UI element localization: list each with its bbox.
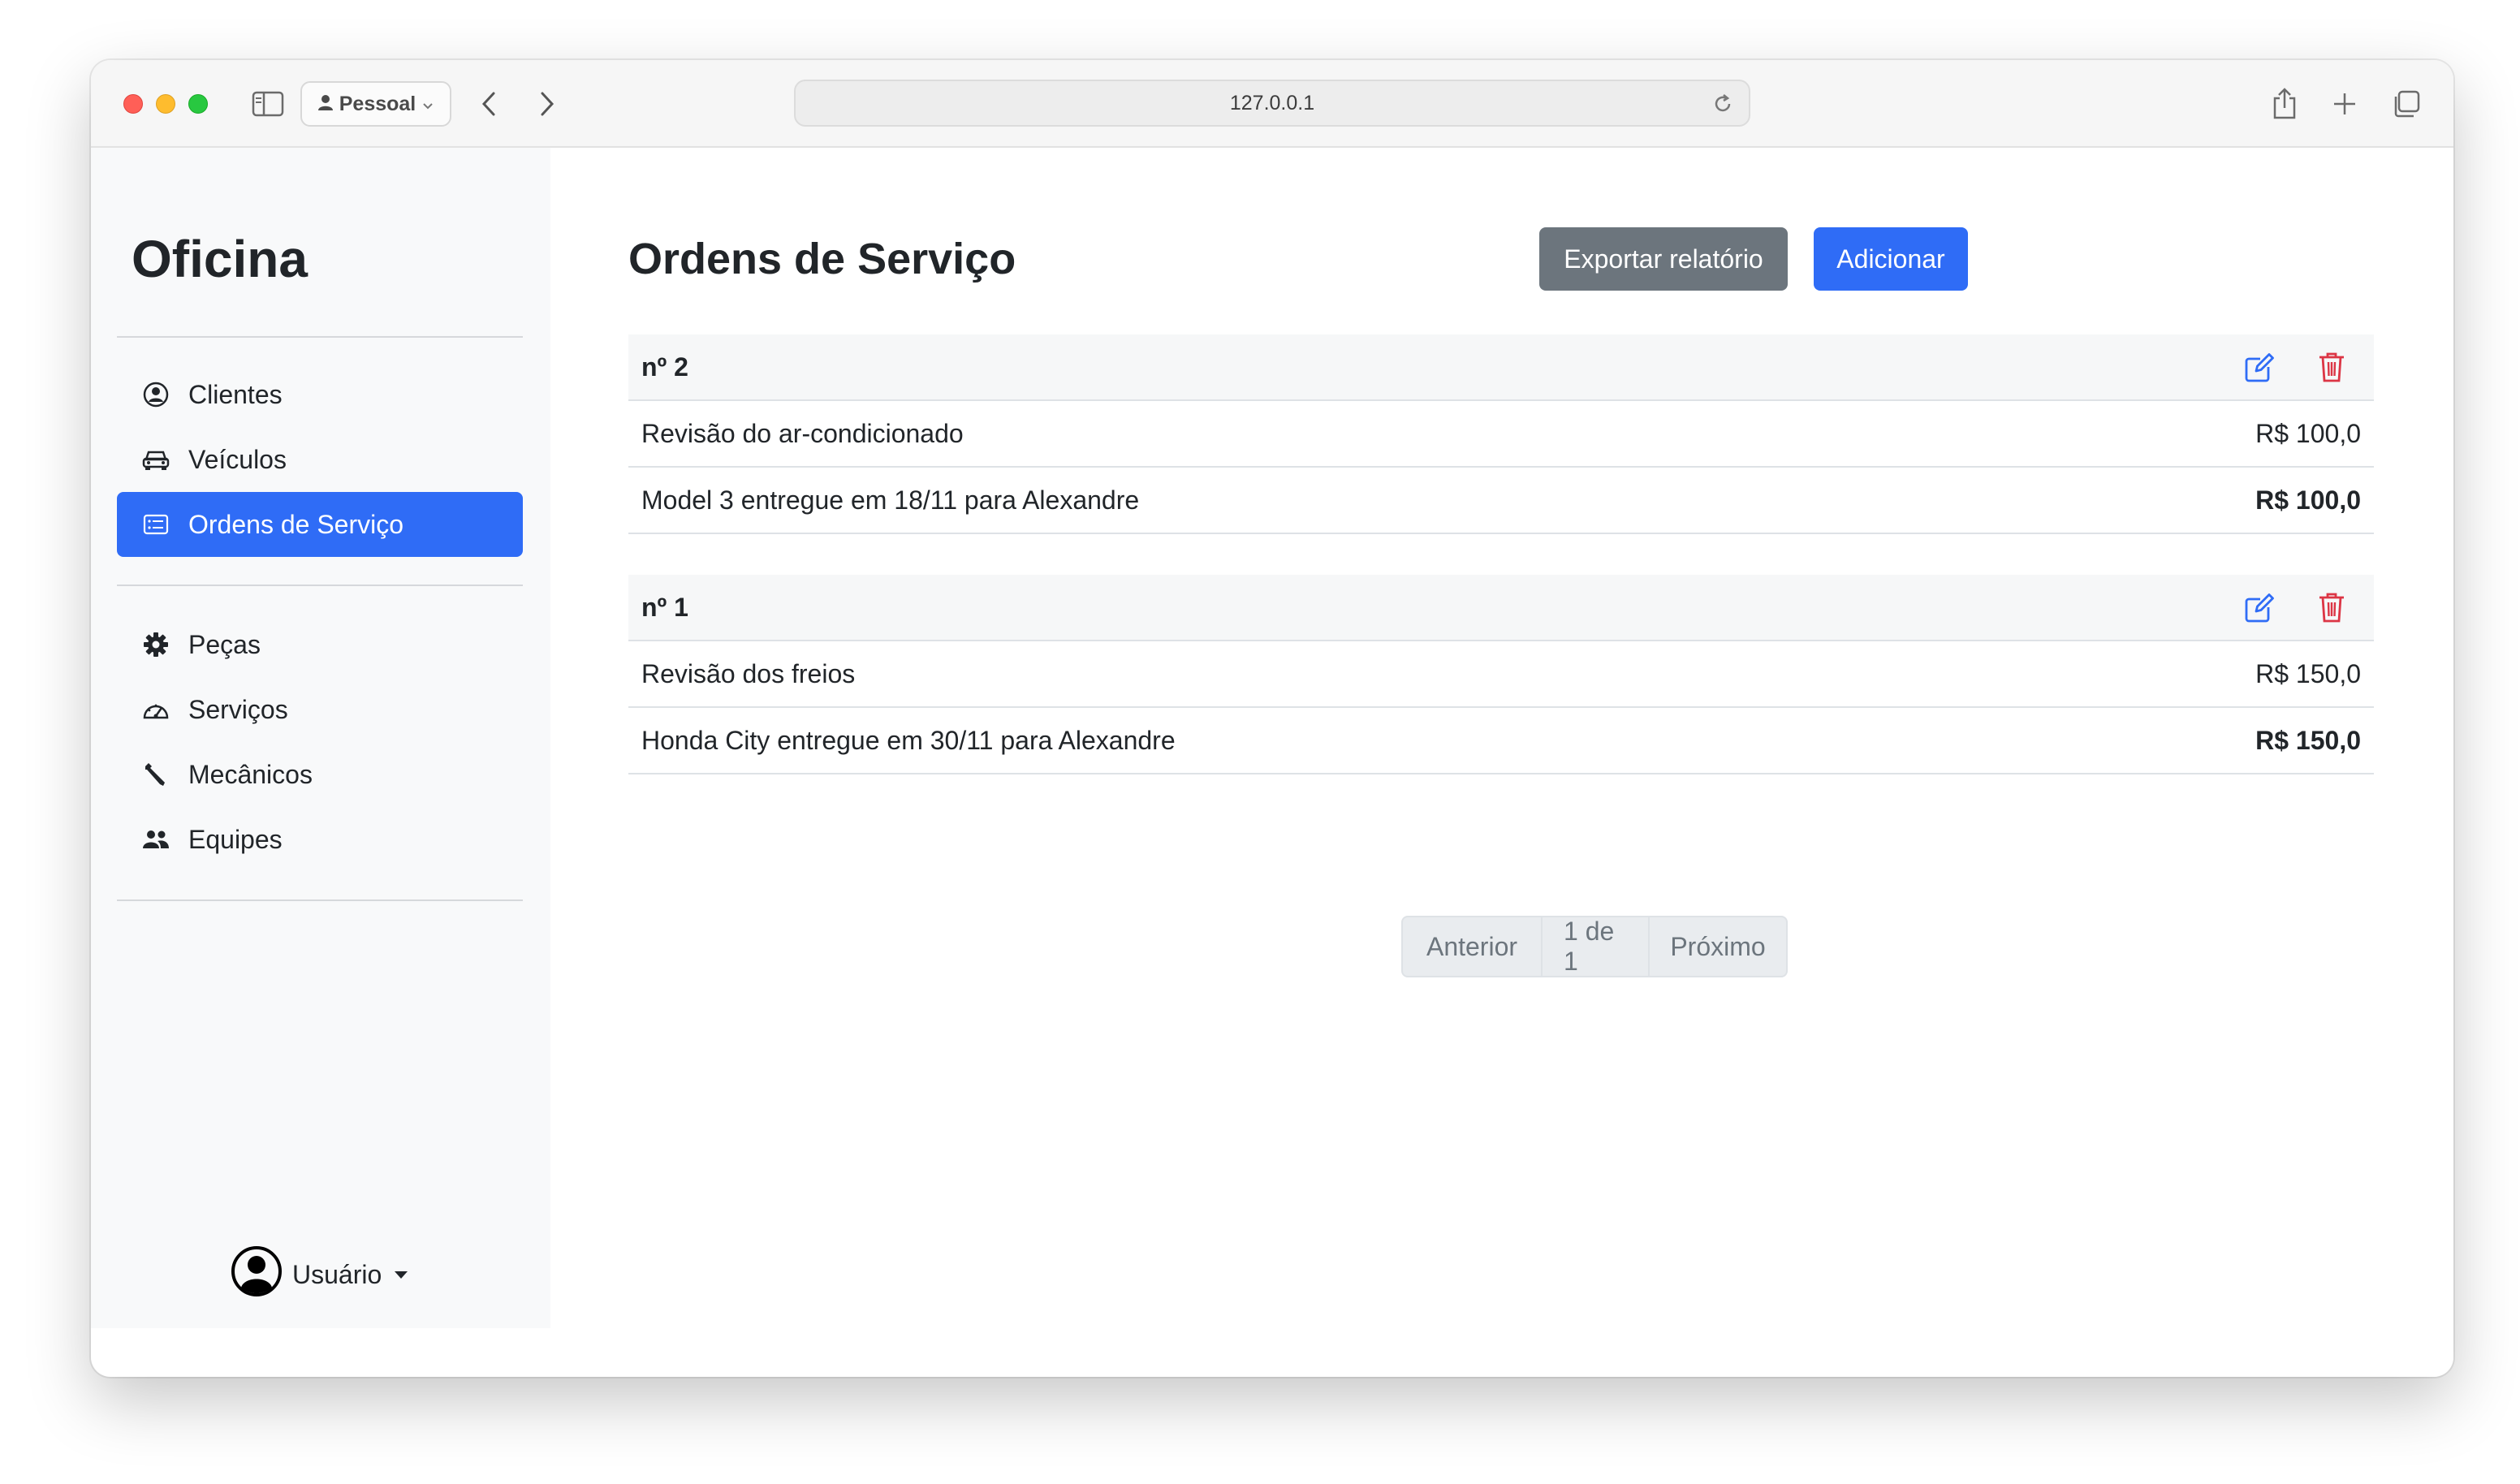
sidebar-item-label: Serviços	[188, 694, 288, 724]
sidebar-item-pecas[interactable]: Peças	[117, 612, 523, 677]
share-icon[interactable]	[2267, 84, 2302, 123]
url-text: 127.0.0.1	[1229, 91, 1315, 114]
main-content: Ordens de Serviço Exportar relatório Adi…	[550, 148, 2453, 1377]
people-icon	[141, 825, 170, 854]
minimize-window-button[interactable]	[156, 94, 175, 114]
export-report-button[interactable]: Exportar relatório	[1539, 227, 1788, 291]
sidebar-divider	[117, 585, 523, 586]
service-description: Revisão dos freios	[641, 658, 856, 688]
add-button[interactable]: Adicionar	[1814, 227, 1968, 291]
avatar-icon	[231, 1245, 283, 1304]
pagination-next-button[interactable]: Próximo	[1648, 917, 1786, 976]
sidebar-item-servicos[interactable]: Serviços	[117, 677, 523, 742]
sidebar-divider	[117, 336, 523, 338]
service-price: R$ 150,0	[2255, 658, 2361, 688]
order-service-row: Revisão do ar-condicionado R$ 100,0	[628, 401, 2374, 468]
service-price: R$ 100,0	[2255, 418, 2361, 448]
order-total: R$ 150,0	[2255, 725, 2361, 755]
order-number: nº 1	[641, 592, 688, 622]
brand-title: Oficina	[132, 230, 308, 288]
address-bar[interactable]: 127.0.0.1	[794, 80, 1750, 127]
close-window-button[interactable]	[123, 94, 143, 114]
trash-icon[interactable]	[2311, 586, 2353, 628]
profile-label: Pessoal	[339, 92, 416, 115]
forward-arrow-icon[interactable]	[531, 88, 563, 120]
wrench-icon	[141, 760, 170, 789]
edit-icon[interactable]	[2239, 346, 2281, 388]
order-summary-row: Honda City entregue em 30/11 para Alexan…	[628, 708, 2374, 774]
profile-button[interactable]: Pessoal	[300, 81, 451, 127]
order-card: nº 2 Revisão do ar-condicionado R$ 100,0…	[628, 334, 2374, 534]
user-dropdown[interactable]: Usuário	[231, 1246, 408, 1301]
order-total: R$ 100,0	[2255, 485, 2361, 515]
chevron-down-icon	[422, 93, 434, 116]
sidebar-item-label: Ordens de Serviço	[188, 509, 404, 539]
sidebar-item-label: Mecânicos	[188, 759, 313, 789]
sidebar-item-clientes[interactable]: Clientes	[117, 362, 523, 427]
app-container: Oficina Clientes Veículos Ordens de Serv…	[91, 148, 2453, 1377]
sidebar-item-label: Clientes	[188, 379, 283, 409]
car-icon	[141, 445, 170, 474]
sidebar-toggle-icon[interactable]	[250, 89, 286, 119]
sidebar-item-label: Equipes	[188, 824, 283, 854]
zoom-window-button[interactable]	[188, 94, 208, 114]
sidebar-item-ordens-de-servico[interactable]: Ordens de Serviço	[117, 492, 523, 557]
browser-window: Pessoal 127.0.0.1 Oficina Clientes Veícu…	[91, 60, 2453, 1377]
caret-down-icon	[395, 1270, 408, 1279]
sidebar-divider	[117, 899, 523, 901]
pagination: Anterior 1 de 1 Próximo	[1401, 916, 1788, 977]
person-circle-icon	[141, 380, 170, 409]
sidebar-item-label: Veículos	[188, 444, 287, 474]
order-header: nº 1	[628, 575, 2374, 641]
pagination-page-indicator: 1 de 1	[1541, 917, 1648, 976]
user-label: Usuário	[292, 1259, 382, 1289]
order-summary: Honda City entregue em 30/11 para Alexan…	[641, 725, 1176, 755]
speedometer-icon	[141, 695, 170, 724]
sidebar: Oficina Clientes Veículos Ordens de Serv…	[91, 148, 550, 1328]
page-title: Ordens de Serviço	[628, 235, 1016, 283]
reload-icon[interactable]	[1710, 91, 1736, 117]
back-arrow-icon[interactable]	[472, 88, 505, 120]
card-list-icon	[141, 510, 170, 539]
gear-icon	[141, 630, 170, 659]
order-summary: Model 3 entregue em 18/11 para Alexandre	[641, 485, 1140, 515]
sidebar-item-veiculos[interactable]: Veículos	[117, 427, 523, 492]
order-service-row: Revisão dos freios R$ 150,0	[628, 641, 2374, 708]
pagination-prev-button[interactable]: Anterior	[1403, 917, 1541, 976]
order-summary-row: Model 3 entregue em 18/11 para Alexandre…	[628, 468, 2374, 534]
order-card: nº 1 Revisão dos freios R$ 150,0 Honda C…	[628, 575, 2374, 774]
service-description: Revisão do ar-condicionado	[641, 418, 964, 448]
tab-overview-icon[interactable]	[2388, 86, 2424, 122]
sidebar-item-equipes[interactable]: Equipes	[117, 807, 523, 872]
order-header: nº 2	[628, 334, 2374, 401]
trash-icon[interactable]	[2311, 346, 2353, 388]
edit-icon[interactable]	[2239, 586, 2281, 628]
sidebar-item-mecanicos[interactable]: Mecânicos	[117, 742, 523, 807]
person-icon	[317, 93, 333, 116]
plus-icon[interactable]	[2327, 86, 2362, 122]
browser-toolbar: Pessoal 127.0.0.1	[91, 60, 2453, 148]
sidebar-item-label: Peças	[188, 629, 261, 659]
order-number: nº 2	[641, 352, 688, 382]
